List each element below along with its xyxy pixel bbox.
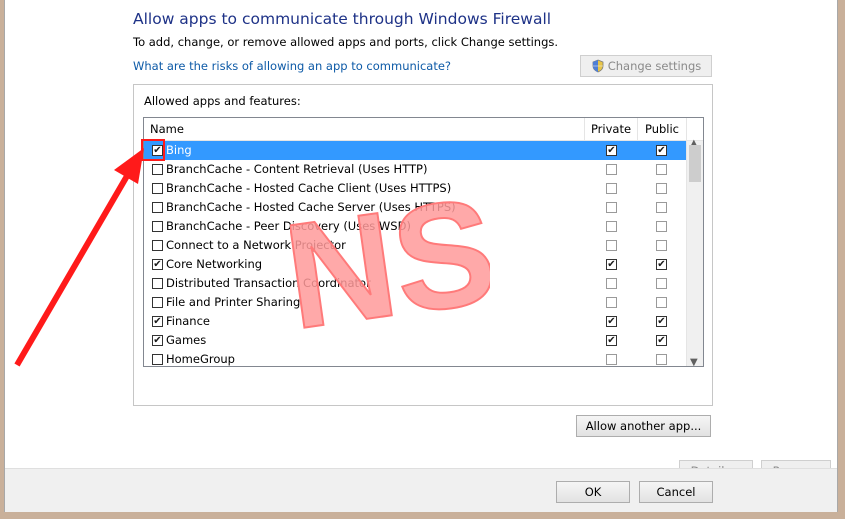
- public-checkbox[interactable]: [656, 278, 667, 289]
- public-checkbox[interactable]: [656, 297, 667, 308]
- app-name: HomeGroup: [166, 352, 235, 366]
- app-name: BranchCache - Hosted Cache Client (Uses …: [166, 181, 452, 195]
- column-header-private[interactable]: Private: [584, 118, 637, 141]
- app-enabled-checkbox[interactable]: [152, 297, 163, 308]
- change-settings-label: Change settings: [607, 59, 702, 73]
- public-checkbox[interactable]: [656, 183, 667, 194]
- list-header: Name Private Public: [144, 118, 703, 141]
- ok-button[interactable]: OK: [556, 481, 630, 503]
- private-checkbox[interactable]: ✔: [606, 316, 617, 327]
- public-checkbox[interactable]: [656, 221, 667, 232]
- page-title: Allow apps to communicate through Window…: [133, 10, 552, 28]
- public-checkbox[interactable]: [656, 240, 667, 251]
- allow-another-app-button[interactable]: Allow another app...: [576, 415, 711, 437]
- private-checkbox[interactable]: [606, 183, 617, 194]
- app-enabled-checkbox[interactable]: ✔: [152, 316, 163, 327]
- app-name: File and Printer Sharing: [166, 295, 301, 309]
- app-row[interactable]: File and Printer Sharing: [144, 293, 687, 312]
- firewall-allowed-apps-window: Allow apps to communicate through Window…: [4, 0, 838, 512]
- app-name: Connect to a Network Projector: [166, 238, 346, 252]
- uac-shield-icon: [592, 59, 604, 73]
- app-enabled-checkbox[interactable]: [152, 164, 163, 175]
- private-checkbox[interactable]: [606, 221, 617, 232]
- app-enabled-checkbox[interactable]: ✔: [152, 259, 163, 270]
- scroll-thumb[interactable]: [689, 145, 701, 182]
- app-row[interactable]: ✔ Finance ✔ ✔: [144, 312, 687, 331]
- app-name: BranchCache - Peer Discovery (Uses WSD): [166, 219, 411, 233]
- app-enabled-checkbox[interactable]: [152, 354, 163, 365]
- app-name: Games: [166, 333, 207, 347]
- column-header-name[interactable]: Name: [150, 118, 184, 141]
- public-checkbox[interactable]: ✔: [656, 259, 667, 270]
- private-checkbox[interactable]: [606, 297, 617, 308]
- public-checkbox[interactable]: ✔: [656, 145, 667, 156]
- app-name: BranchCache - Content Retrieval (Uses HT…: [166, 162, 428, 176]
- risks-link[interactable]: What are the risks of allowing an app to…: [133, 59, 451, 73]
- change-settings-button[interactable]: Change settings: [580, 55, 712, 77]
- app-row[interactable]: BranchCache - Hosted Cache Server (Uses …: [144, 198, 687, 217]
- app-row[interactable]: ✔ Bing ✔ ✔: [144, 141, 687, 160]
- instruction-text: To add, change, or remove allowed apps a…: [133, 35, 559, 49]
- public-checkbox[interactable]: [656, 202, 667, 213]
- public-checkbox[interactable]: [656, 354, 667, 365]
- private-checkbox[interactable]: [606, 202, 617, 213]
- allowed-apps-list[interactable]: Name Private Public ✔ Bing ✔ ✔ BranchCache -…: [143, 117, 704, 367]
- app-row[interactable]: Connect to a Network Projector: [144, 236, 687, 255]
- app-rows: ✔ Bing ✔ ✔ BranchCache - Content Retrieval (…: [144, 141, 687, 366]
- app-enabled-checkbox[interactable]: [152, 278, 163, 289]
- private-checkbox[interactable]: ✔: [606, 259, 617, 270]
- app-row[interactable]: BranchCache - Content Retrieval (Uses HT…: [144, 160, 687, 179]
- app-name: Core Networking: [166, 257, 263, 271]
- app-name: Distributed Transaction Coordinator: [166, 276, 371, 290]
- private-checkbox[interactable]: [606, 240, 617, 251]
- app-row[interactable]: BranchCache - Hosted Cache Client (Uses …: [144, 179, 687, 198]
- app-name: BranchCache - Hosted Cache Server (Uses …: [166, 200, 456, 214]
- app-enabled-checkbox[interactable]: [152, 221, 163, 232]
- app-enabled-checkbox[interactable]: ✔: [152, 145, 163, 156]
- list-scrollbar[interactable]: ▲ ▼: [686, 138, 703, 366]
- scroll-down-arrow-icon[interactable]: ▼: [690, 357, 698, 366]
- group-label: Allowed apps and features:: [144, 94, 301, 108]
- app-row[interactable]: ✔ Games ✔ ✔: [144, 331, 687, 350]
- app-row[interactable]: HomeGroup: [144, 350, 687, 366]
- public-checkbox[interactable]: ✔: [656, 335, 667, 346]
- dialog-footer: OK Cancel: [5, 468, 837, 512]
- app-row[interactable]: Distributed Transaction Coordinator: [144, 274, 687, 293]
- private-checkbox[interactable]: ✔: [606, 145, 617, 156]
- public-checkbox[interactable]: ✔: [656, 316, 667, 327]
- app-name: Bing: [166, 143, 192, 157]
- app-enabled-checkbox[interactable]: [152, 202, 163, 213]
- app-enabled-checkbox[interactable]: ✔: [152, 335, 163, 346]
- column-header-public[interactable]: Public: [637, 118, 687, 141]
- public-checkbox[interactable]: [656, 164, 667, 175]
- app-row[interactable]: BranchCache - Peer Discovery (Uses WSD): [144, 217, 687, 236]
- private-checkbox[interactable]: [606, 354, 617, 365]
- allowed-apps-group: Allowed apps and features: Name Private …: [133, 84, 831, 481]
- app-name: Finance: [166, 314, 210, 328]
- app-enabled-checkbox[interactable]: [152, 240, 163, 251]
- cancel-button[interactable]: Cancel: [639, 481, 713, 503]
- app-row[interactable]: ✔ Core Networking ✔ ✔: [144, 255, 687, 274]
- private-checkbox[interactable]: [606, 278, 617, 289]
- private-checkbox[interactable]: ✔: [606, 335, 617, 346]
- app-enabled-checkbox[interactable]: [152, 183, 163, 194]
- private-checkbox[interactable]: [606, 164, 617, 175]
